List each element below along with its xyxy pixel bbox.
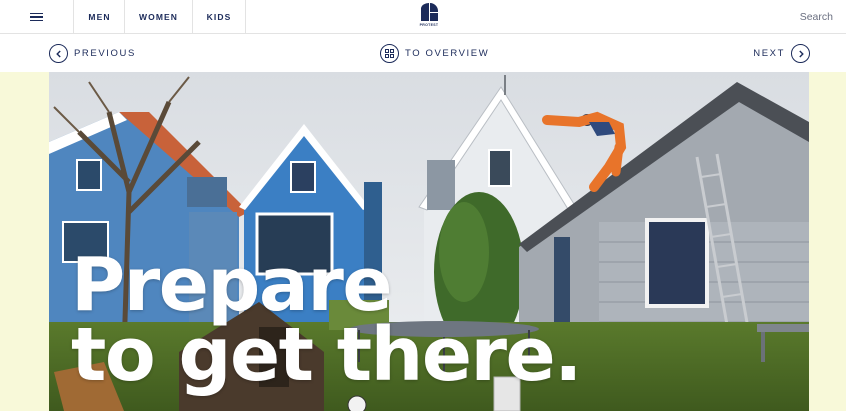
side-panel-left [0, 72, 49, 411]
hamburger-icon [30, 12, 43, 22]
previous-label: PREVIOUS [74, 48, 136, 59]
logo-mark-icon [420, 2, 438, 21]
next-link[interactable]: NEXT [753, 35, 810, 72]
top-navigation: MEN WOMEN KIDS PROTEST Search [0, 0, 846, 34]
nav-item-women[interactable]: WOMEN [125, 0, 193, 34]
menu-button[interactable] [0, 0, 74, 34]
side-panel-right [809, 72, 846, 411]
hero-image: Prepare to get there. [49, 72, 809, 411]
grid-icon [380, 44, 399, 63]
nav-item-kids[interactable]: KIDS [193, 0, 246, 34]
chevron-left-icon [49, 44, 68, 63]
chevron-right-icon [791, 44, 810, 63]
next-label: NEXT [753, 48, 785, 59]
search-link[interactable]: Search [800, 0, 833, 34]
nav-item-men[interactable]: MEN [75, 0, 125, 34]
hero-headline: Prepare to get there. [71, 242, 582, 398]
overview-label: TO OVERVIEW [405, 48, 490, 59]
headline-line-2: to get there. [71, 312, 582, 398]
protest-logo[interactable]: PROTEST [414, 2, 444, 32]
article-navigation: PREVIOUS TO OVERVIEW NEXT [0, 35, 846, 72]
overview-link[interactable]: TO OVERVIEW [380, 35, 489, 72]
previous-link[interactable]: PREVIOUS [49, 35, 136, 72]
headline-line-1: Prepare [71, 242, 393, 328]
logo-text: PROTEST [419, 23, 439, 27]
